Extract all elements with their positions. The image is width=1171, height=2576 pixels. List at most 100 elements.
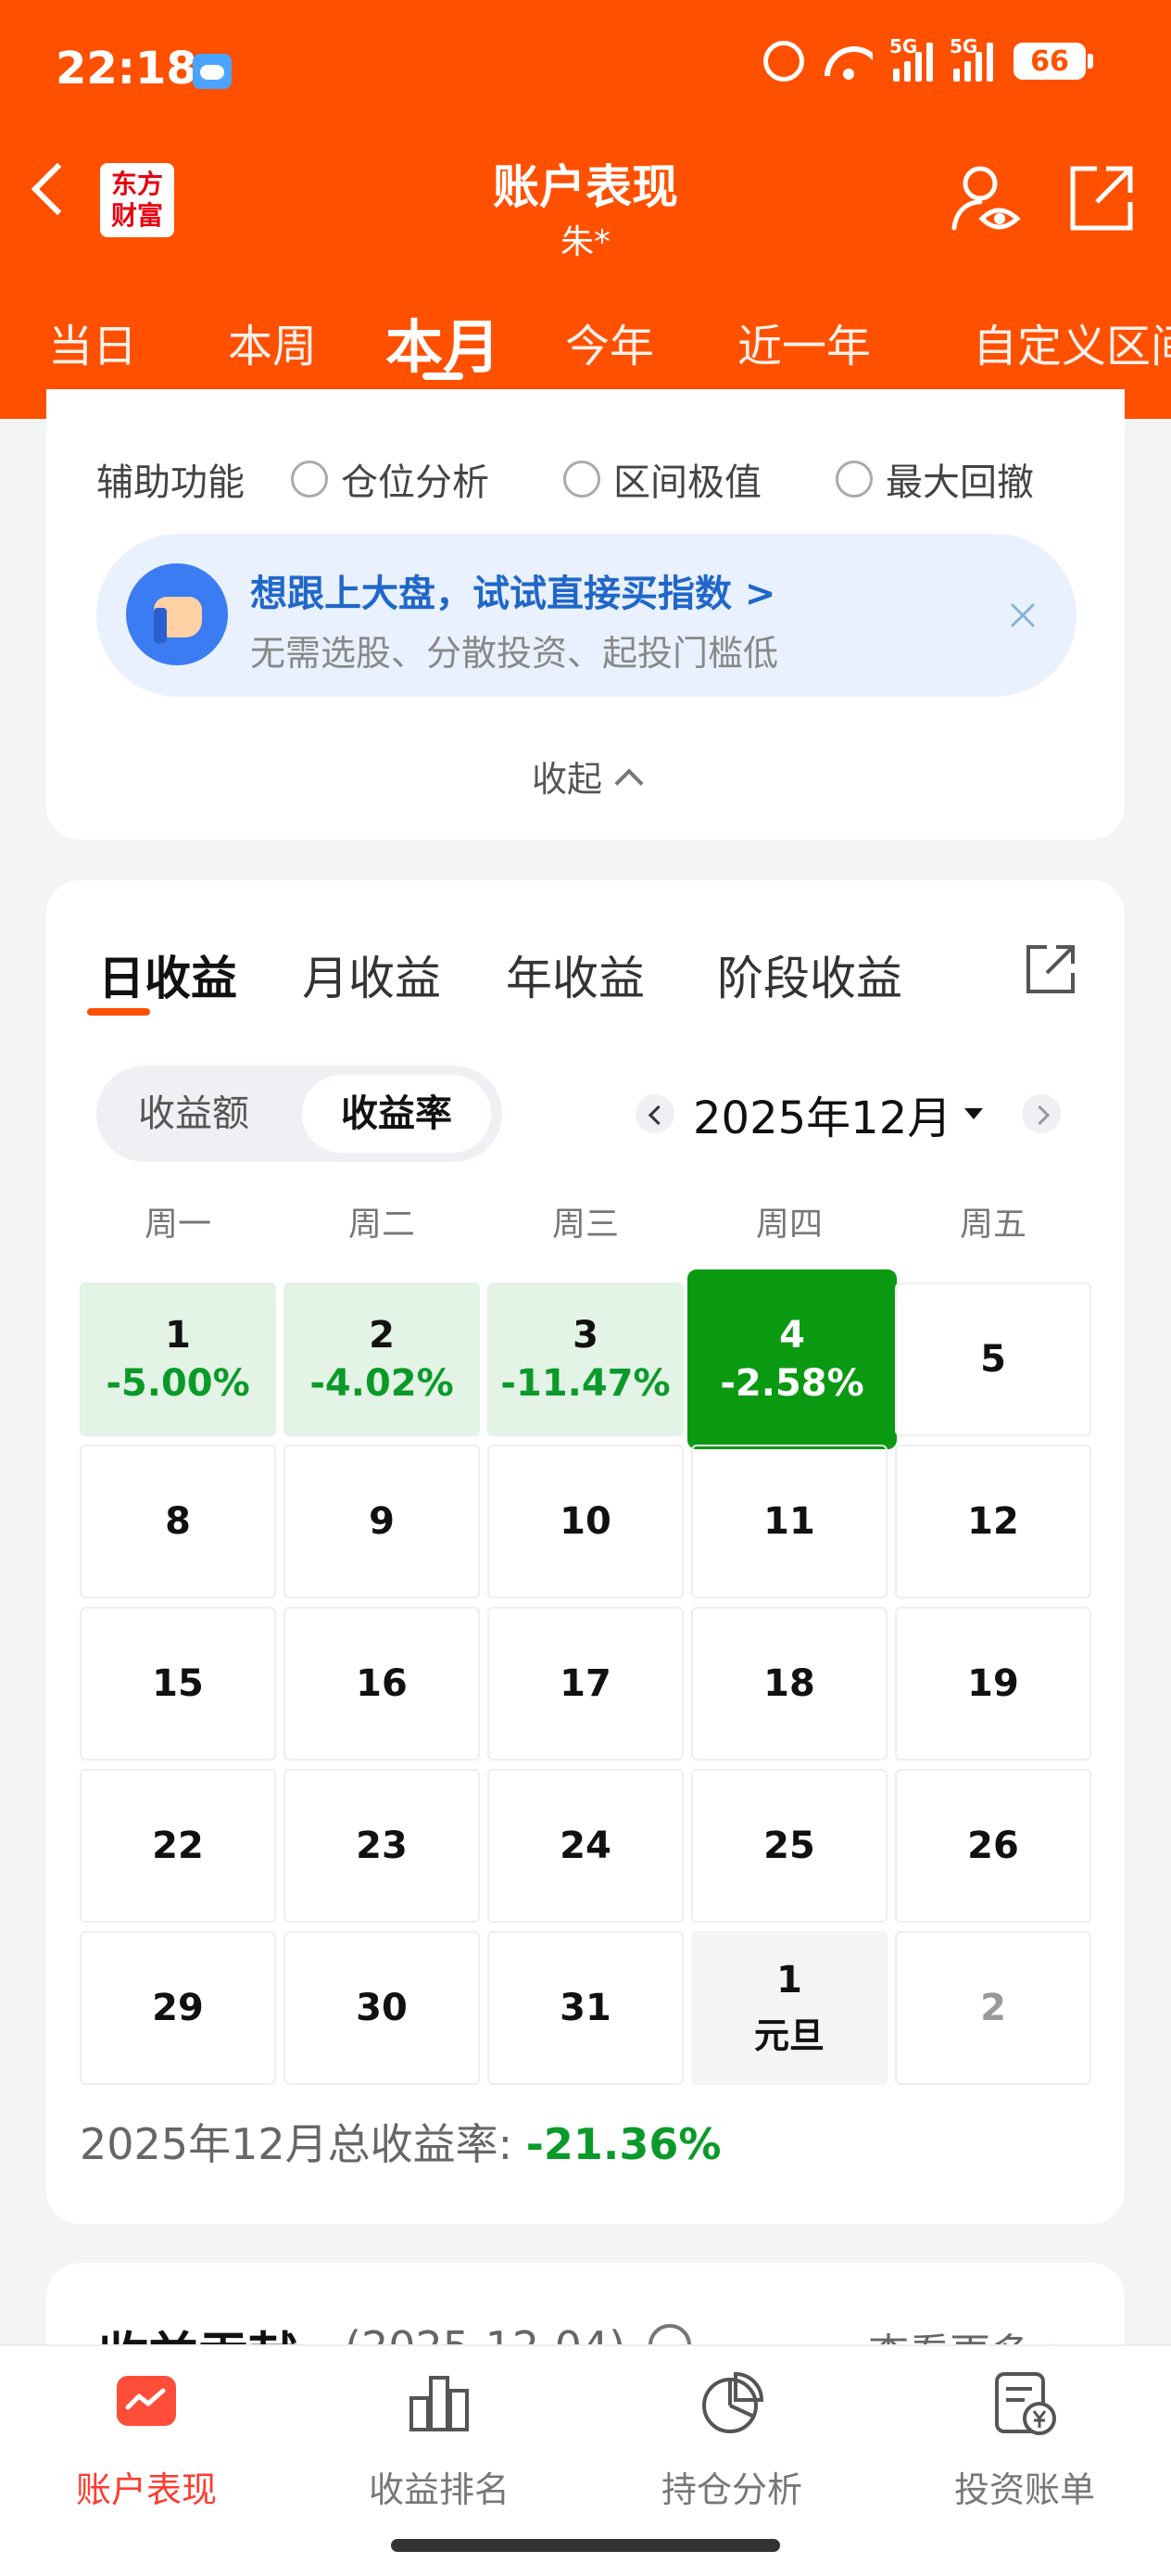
radio-position-analysis[interactable]: 仓位分析: [291, 452, 489, 506]
home-indicator[interactable]: [391, 2539, 780, 2552]
tab-last-year[interactable]: 近一年: [737, 309, 871, 374]
nav-profit-ranking[interactable]: 收益排名: [293, 2368, 586, 2512]
month-total-return: 2025年12月总收益率: -21.36%: [80, 2111, 721, 2172]
calendar-day-cell[interactable]: 2: [895, 1931, 1091, 2085]
promo-title[interactable]: 想跟上大盘，试试直接买指数 >: [250, 563, 775, 617]
tab-yearly-profit[interactable]: 年收益: [506, 941, 645, 1008]
aux-label: 辅助功能: [96, 461, 245, 504]
day-return: -4.02%: [309, 1362, 454, 1405]
signal-icon-1: 5G: [889, 35, 933, 82]
calendar-day-cell[interactable]: 22: [80, 1769, 276, 1923]
app-header: 22:18 5G 5G 66 东方 财富 账户表现 朱* 当日 本周 本月 今年…: [0, 0, 1171, 419]
privacy-eye-icon[interactable]: [949, 163, 1023, 237]
tab-this-week[interactable]: 本周: [228, 309, 317, 374]
weekday-label: 周五: [959, 1206, 1026, 1244]
calendar-day-cell[interactable]: 29: [80, 1931, 276, 2085]
day-number: 16: [356, 1662, 408, 1705]
total-label: 2025年12月总收益率:: [80, 2119, 513, 2169]
day-number: 1: [165, 1314, 191, 1357]
calendar-day-cell[interactable]: 10: [487, 1445, 684, 1598]
calendar-day-cell[interactable]: 4 -2.58%: [687, 1269, 897, 1449]
prev-month-icon[interactable]: [636, 1094, 674, 1133]
calendar-day-cell[interactable]: 1 -5.00%: [80, 1282, 276, 1436]
radio-range-extreme[interactable]: 区间极值: [563, 452, 762, 506]
status-bar: 22:18 5G 5G 66: [0, 0, 1171, 139]
tab-this-year[interactable]: 今年: [565, 309, 654, 374]
day-number: 30: [356, 1987, 408, 2029]
calendar-day-cell[interactable]: 3 -11.47%: [487, 1282, 684, 1436]
nav-account-performance[interactable]: 账户表现: [0, 2368, 293, 2512]
day-return: -2.58%: [720, 1362, 864, 1405]
calendar-day-cell[interactable]: 26: [895, 1769, 1091, 1923]
promo-banner[interactable]: 想跟上大盘，试试直接买指数 > 无需选股、分散投资、起投门槛低: [96, 534, 1077, 697]
calendar-day-cell[interactable]: 25: [691, 1769, 888, 1923]
chart-line-icon: [117, 2376, 176, 2426]
tab-daily-profit[interactable]: 日收益: [98, 941, 237, 1008]
nav-position-analysis[interactable]: 持仓分析: [586, 2368, 878, 2512]
calendar-day-cell[interactable]: 17: [487, 1607, 684, 1761]
close-icon[interactable]: [1006, 599, 1039, 632]
calendar-day-cell[interactable]: 15: [80, 1607, 276, 1761]
share-icon[interactable]: [1065, 163, 1136, 234]
calendar-day-cell[interactable]: 16: [283, 1607, 480, 1761]
calendar-day-cell[interactable]: 31: [487, 1931, 684, 2085]
day-number: 10: [560, 1500, 611, 1543]
day-number: 29: [152, 1987, 204, 2029]
tab-period-profit[interactable]: 阶段收益: [717, 941, 902, 1008]
calendar-day-cell[interactable]: 11: [691, 1445, 888, 1598]
radio-max-drawdown[interactable]: 最大回撤: [836, 452, 1034, 506]
thumbs-up-icon: [126, 563, 228, 665]
day-number: 26: [967, 1825, 1019, 1867]
calendar-day-cell[interactable]: 30: [283, 1931, 480, 2085]
tab-custom-range[interactable]: 自定义区间: [973, 309, 1171, 374]
active-tab-indicator: [422, 373, 463, 380]
weekday-label: 周三: [551, 1206, 619, 1244]
nav-label: 账户表现: [75, 2469, 217, 2510]
day-number: 23: [356, 1825, 408, 1867]
profit-tab-indicator: [87, 1008, 150, 1016]
dropdown-icon[interactable]: [964, 1108, 984, 1119]
calendar-day-cell[interactable]: 1 元旦: [691, 1931, 888, 2085]
next-month-icon[interactable]: [1022, 1094, 1062, 1133]
status-time: 22:18: [56, 43, 197, 95]
day-number: 9: [369, 1500, 395, 1543]
month-selector[interactable]: 2025年12月: [693, 1081, 951, 1146]
weekday-label: 周四: [755, 1206, 823, 1244]
toggle-profit-rate[interactable]: 收益率: [302, 1075, 491, 1153]
calendar-day-cell[interactable]: 2 -4.02%: [283, 1282, 480, 1436]
profit-calendar-card: 日收益 月收益 年收益 阶段收益 收益额 收益率 2025年12月 周一 周二 …: [46, 880, 1125, 2224]
calendar-day-cell[interactable]: 9: [283, 1445, 480, 1598]
calendar-day-cell[interactable]: 19: [895, 1607, 1091, 1761]
day-number: 8: [165, 1500, 191, 1543]
bill-icon: [995, 2372, 1056, 2435]
auxiliary-functions: 辅助功能 仓位分析 区间极值 最大回撤: [96, 452, 1108, 506]
tab-monthly-profit[interactable]: 月收益: [302, 941, 441, 1008]
nav-label: 持仓分析: [661, 2469, 802, 2510]
day-number: 24: [560, 1825, 611, 1867]
tab-today[interactable]: 当日: [48, 309, 137, 374]
weekday-label: 周一: [144, 1206, 211, 1244]
metric-toggle: 收益额 收益率: [96, 1066, 502, 1162]
nav-investment-bill[interactable]: 投资账单: [878, 2368, 1171, 2512]
day-number: 2: [980, 1987, 1006, 2029]
toggle-profit-amount[interactable]: 收益额: [96, 1066, 291, 1162]
calendar-day-cell[interactable]: 8: [80, 1445, 276, 1598]
tab-this-month[interactable]: 本月: [385, 300, 500, 384]
calendar-day-cell[interactable]: 24: [487, 1769, 684, 1923]
calendar-day-cell[interactable]: 23: [283, 1769, 480, 1923]
pie-chart-icon: [702, 2371, 764, 2433]
radio-circle-icon: [836, 461, 873, 498]
calendar-day-cell[interactable]: 5: [895, 1282, 1091, 1436]
day-number: 5: [980, 1338, 1006, 1381]
total-value: -21.36%: [525, 2119, 722, 2169]
collapse-button[interactable]: 收起: [46, 751, 1125, 802]
day-number: 22: [152, 1825, 204, 1867]
day-number: 17: [560, 1662, 611, 1705]
export-icon[interactable]: [1023, 941, 1078, 997]
weekday-label: 周二: [347, 1206, 415, 1244]
calendar-day-cell[interactable]: 12: [895, 1445, 1091, 1598]
radio-circle-icon: [291, 461, 328, 498]
signal-icon-2: 5G: [950, 35, 993, 82]
calendar-day-cell[interactable]: 18: [691, 1607, 888, 1761]
auxiliary-card: 辅助功能 仓位分析 区间极值 最大回撤 想跟上大盘，试试直接买指数 > 无需选股…: [46, 389, 1125, 840]
